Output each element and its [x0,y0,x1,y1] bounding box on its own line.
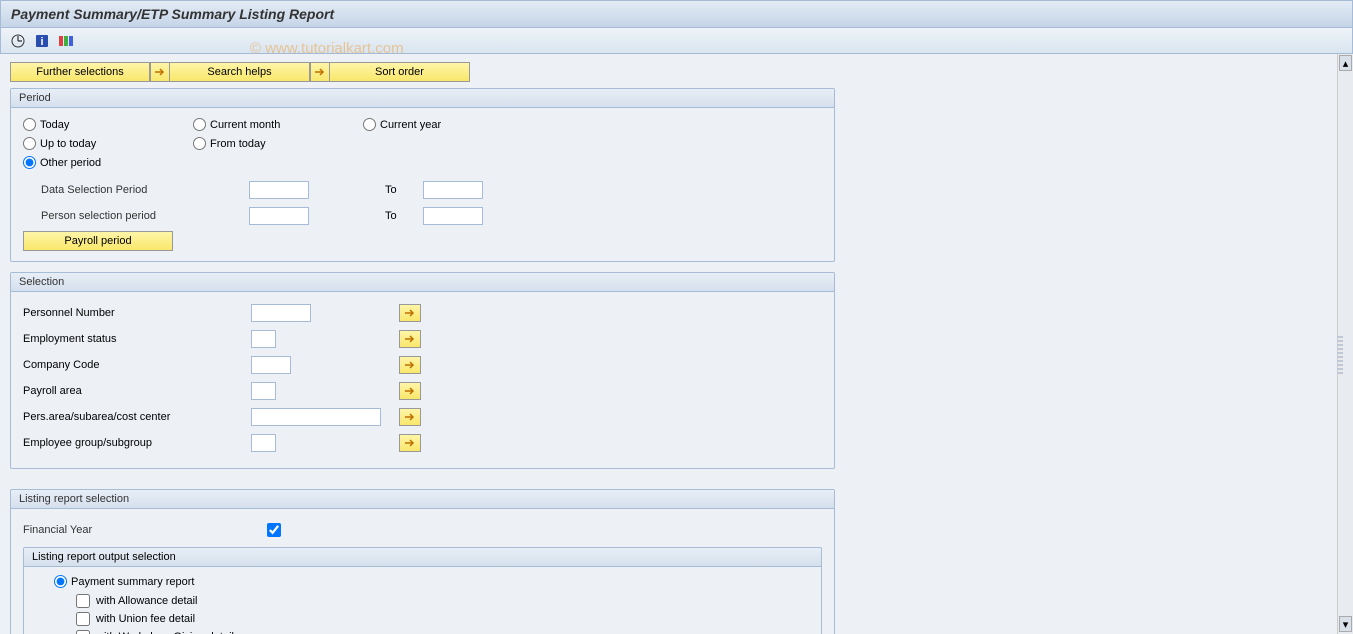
vertical-scrollbar[interactable]: ▴ ▾ [1337,54,1353,634]
title-bar: Payment Summary/ETP Summary Listing Repo… [0,0,1353,28]
listing-output-header: Listing report output selection [24,548,821,567]
allowance-checkbox[interactable] [76,594,90,608]
to-label-1: To [385,184,415,196]
union-fee-label: with Union fee detail [96,613,195,625]
company-code-label: Company Code [23,359,243,371]
further-selections-button[interactable]: Further selections [10,62,150,82]
employment-status-input[interactable] [251,330,276,348]
listing-header: Listing report selection [11,490,834,509]
payroll-period-button[interactable]: Payroll period [23,231,173,251]
period-group: Period Today Current month Current year … [10,88,835,262]
company-code-input[interactable] [251,356,291,374]
payroll-area-multi-icon[interactable] [399,382,421,400]
employment-status-label: Employment status [23,333,243,345]
selection-buttons-row: Further selections Search helps Sort ord… [10,62,1343,82]
employee-group-label: Employee group/subgroup [23,437,243,449]
layout-icon[interactable] [57,32,75,50]
radio-payment-summary[interactable]: Payment summary report [36,575,809,588]
personnel-number-multi-icon[interactable] [399,304,421,322]
person-selection-to-input[interactable] [423,207,483,225]
company-code-multi-icon[interactable] [399,356,421,374]
scroll-down-icon[interactable]: ▾ [1339,616,1352,632]
employee-group-multi-icon[interactable] [399,434,421,452]
personnel-number-input[interactable] [251,304,311,322]
sort-order-button[interactable]: Sort order [330,62,470,82]
radio-up-to-today[interactable]: Up to today [23,137,193,150]
employee-group-input[interactable] [251,434,276,452]
app-toolbar: i [0,28,1353,54]
listing-report-group: Listing report selection Financial Year … [10,489,835,634]
personnel-number-label: Personnel Number [23,307,243,319]
listing-output-group: Listing report output selection Payment … [23,547,822,634]
sort-order-arrow-icon[interactable] [310,62,330,82]
financial-year-label: Financial Year [23,524,223,536]
search-helps-button[interactable]: Search helps [170,62,310,82]
person-selection-period-label: Person selection period [23,210,241,222]
radio-today[interactable]: Today [23,118,193,131]
execute-icon[interactable] [9,32,27,50]
scroll-up-icon[interactable]: ▴ [1339,55,1352,71]
allowance-label: with Allowance detail [96,595,198,607]
pers-area-input[interactable] [251,408,381,426]
page-title: Payment Summary/ETP Summary Listing Repo… [11,6,334,22]
selection-group: Selection Personnel Number Employment st… [10,272,835,469]
splitter-handle-icon[interactable] [1337,334,1343,374]
to-label-2: To [385,210,415,222]
data-selection-from-input[interactable] [249,181,309,199]
svg-text:i: i [40,36,43,48]
radio-current-year[interactable]: Current year [363,118,533,131]
person-selection-from-input[interactable] [249,207,309,225]
content-area: Further selections Search helps Sort ord… [0,54,1353,634]
radio-other-period[interactable]: Other period [23,156,193,169]
period-header: Period [11,89,834,108]
financial-year-checkbox[interactable] [267,523,281,537]
union-fee-checkbox[interactable] [76,612,90,626]
workplace-giving-checkbox[interactable] [76,630,90,634]
payroll-area-input[interactable] [251,382,276,400]
payroll-area-label: Payroll area [23,385,243,397]
search-helps-arrow-icon[interactable] [150,62,170,82]
selection-header: Selection [11,273,834,292]
pers-area-label: Pers.area/subarea/cost center [23,411,243,423]
pers-area-multi-icon[interactable] [399,408,421,426]
radio-from-today[interactable]: From today [193,137,363,150]
employment-status-multi-icon[interactable] [399,330,421,348]
data-selection-period-label: Data Selection Period [23,184,241,196]
info-icon[interactable]: i [33,32,51,50]
data-selection-to-input[interactable] [423,181,483,199]
radio-current-month[interactable]: Current month [193,118,363,131]
